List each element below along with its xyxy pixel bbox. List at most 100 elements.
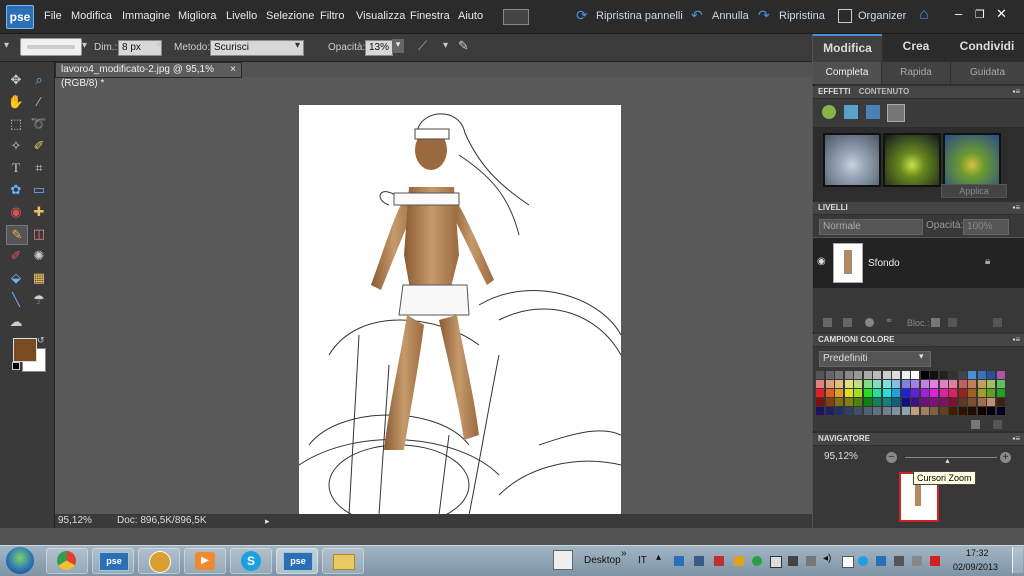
menu-selezione[interactable]: Selezione xyxy=(266,10,314,22)
color-swatch[interactable] xyxy=(892,380,900,388)
color-swatch[interactable] xyxy=(863,371,872,379)
zoom-slider-handle[interactable]: ▲ xyxy=(944,458,951,465)
color-swatch[interactable] xyxy=(996,380,1005,388)
color-swatch[interactable] xyxy=(901,389,910,397)
move-tool-icon[interactable]: ✥ xyxy=(6,71,26,89)
blend-mode-select[interactable]: Normale xyxy=(819,219,923,235)
brush-dropdown-icon[interactable]: ▾ xyxy=(82,40,87,51)
delete-layer-icon[interactable] xyxy=(993,318,1002,327)
all-effects-category-icon[interactable] xyxy=(887,104,905,122)
photo-effects-category-icon[interactable] xyxy=(866,105,880,119)
color-swatch[interactable] xyxy=(844,389,853,397)
redo-button[interactable]: Ripristina xyxy=(779,10,825,22)
tray-icon-12[interactable] xyxy=(894,556,904,566)
smart-brush-tool-icon[interactable]: ✐ xyxy=(6,247,26,265)
airbrush-icon[interactable]: ⟋ xyxy=(418,38,427,54)
tab-contenuto[interactable]: CONTENUTO xyxy=(859,87,910,96)
straighten-tool-icon[interactable]: ▭ xyxy=(29,181,49,199)
color-swatch[interactable] xyxy=(958,389,967,397)
color-swatch[interactable] xyxy=(882,407,891,415)
foreground-color-swatch[interactable] xyxy=(13,338,37,362)
menu-visualizza[interactable]: Visualizza xyxy=(356,10,405,22)
layer-row[interactable]: ◉ Sfondo 🔒︎ xyxy=(813,237,1024,289)
color-swatch[interactable] xyxy=(835,407,843,415)
eraser-tool-icon[interactable]: ◫ xyxy=(29,225,49,243)
taskbar-chrome[interactable] xyxy=(46,548,88,574)
color-swatch[interactable] xyxy=(825,371,834,379)
color-swatch[interactable] xyxy=(901,407,910,415)
color-swatch[interactable] xyxy=(892,389,900,397)
swatch-grid[interactable] xyxy=(816,371,1006,417)
color-swatch[interactable] xyxy=(844,371,853,379)
color-swatch[interactable] xyxy=(930,371,938,379)
network-icon[interactable] xyxy=(912,556,922,566)
lock-all-icon[interactable] xyxy=(948,318,957,327)
color-swatch[interactable] xyxy=(987,371,995,379)
color-swatch[interactable] xyxy=(882,371,891,379)
color-swatch[interactable] xyxy=(977,407,986,415)
swatch-preset-select[interactable]: Predefiniti xyxy=(819,351,931,367)
swatch-preset-dropdown-icon[interactable]: ▾ xyxy=(919,351,924,362)
swatches-menu-icon[interactable]: ▪≡ xyxy=(1012,334,1020,346)
toolbar-expand-icon[interactable]: » xyxy=(621,548,627,559)
color-swatch[interactable] xyxy=(844,398,853,406)
document-close-icon[interactable]: × xyxy=(230,63,236,77)
taskbar-skype[interactable]: S xyxy=(230,548,272,574)
swap-colors-icon[interactable]: ↺ xyxy=(37,335,45,346)
color-swatch[interactable] xyxy=(930,389,938,397)
red-eye-tool-icon[interactable]: ◉ xyxy=(6,203,26,221)
color-swatch[interactable] xyxy=(968,398,976,406)
opacity-dropdown-icon[interactable]: ▾ xyxy=(392,39,404,53)
taskbar-media-player[interactable]: ▶ xyxy=(184,548,226,574)
status-menu-icon[interactable]: ▸ xyxy=(265,514,270,528)
tab-effetti[interactable]: EFFETTI xyxy=(818,87,850,96)
quick-selection-tool-icon[interactable]: ✐ xyxy=(29,137,49,155)
color-swatch[interactable] xyxy=(939,380,948,388)
layer-visibility-eye-icon[interactable]: ◉ xyxy=(817,256,826,267)
color-swatch[interactable] xyxy=(854,371,862,379)
color-swatch[interactable] xyxy=(825,398,834,406)
tab-modifica[interactable]: Modifica xyxy=(813,34,882,63)
color-swatch[interactable] xyxy=(863,407,872,415)
tray-icon-1[interactable] xyxy=(674,556,684,566)
color-swatch[interactable] xyxy=(816,389,824,397)
method-select[interactable]: Scurisci xyxy=(210,40,304,56)
zoom-in-icon[interactable]: + xyxy=(1000,452,1011,463)
color-swatch[interactable] xyxy=(920,407,929,415)
adjustment-layer-icon[interactable] xyxy=(865,318,874,327)
color-swatch[interactable] xyxy=(977,398,986,406)
subtab-completa[interactable]: Completa xyxy=(813,62,881,84)
menu-modifica[interactable]: Modifica xyxy=(71,10,112,22)
lasso-tool-icon[interactable]: ➰ xyxy=(29,115,49,133)
taskbar-pse-2[interactable]: pse xyxy=(276,548,318,574)
color-swatch[interactable] xyxy=(835,380,843,388)
color-swatch[interactable] xyxy=(987,389,995,397)
opacity-field[interactable]: 13% xyxy=(365,40,393,56)
color-swatch[interactable] xyxy=(863,389,872,397)
color-swatch[interactable] xyxy=(835,371,843,379)
tab-condividi[interactable]: Condividi xyxy=(950,34,1024,61)
color-swatch[interactable] xyxy=(854,398,862,406)
color-swatch[interactable] xyxy=(873,389,881,397)
tray-expand-icon[interactable]: ▴ xyxy=(656,552,661,563)
color-swatch[interactable] xyxy=(816,407,824,415)
tray-icon-4[interactable] xyxy=(734,556,744,566)
color-swatch[interactable] xyxy=(930,380,938,388)
arrange-layout-icon[interactable] xyxy=(503,9,529,25)
menu-file[interactable]: File xyxy=(44,10,62,22)
organizer-button[interactable]: Organizer xyxy=(858,10,906,22)
color-swatch[interactable] xyxy=(920,371,929,379)
layers-menu-icon[interactable]: ▪≡ xyxy=(1012,202,1020,214)
clone-stamp-tool-icon[interactable]: ✺ xyxy=(29,247,49,265)
color-swatch[interactable] xyxy=(873,371,881,379)
blur-tool-icon[interactable]: ☂ xyxy=(29,291,49,309)
color-swatch[interactable] xyxy=(911,380,919,388)
color-swatch[interactable] xyxy=(958,407,967,415)
brush-tool-icon[interactable]: ✎ xyxy=(6,225,28,245)
color-swatch[interactable] xyxy=(987,398,995,406)
menu-livello[interactable]: Livello xyxy=(226,10,257,22)
tray-icon-3[interactable] xyxy=(714,556,724,566)
subtab-guidata[interactable]: Guidata xyxy=(951,62,1024,84)
method-dropdown-icon[interactable]: ▾ xyxy=(295,40,300,51)
color-swatch[interactable] xyxy=(968,407,976,415)
